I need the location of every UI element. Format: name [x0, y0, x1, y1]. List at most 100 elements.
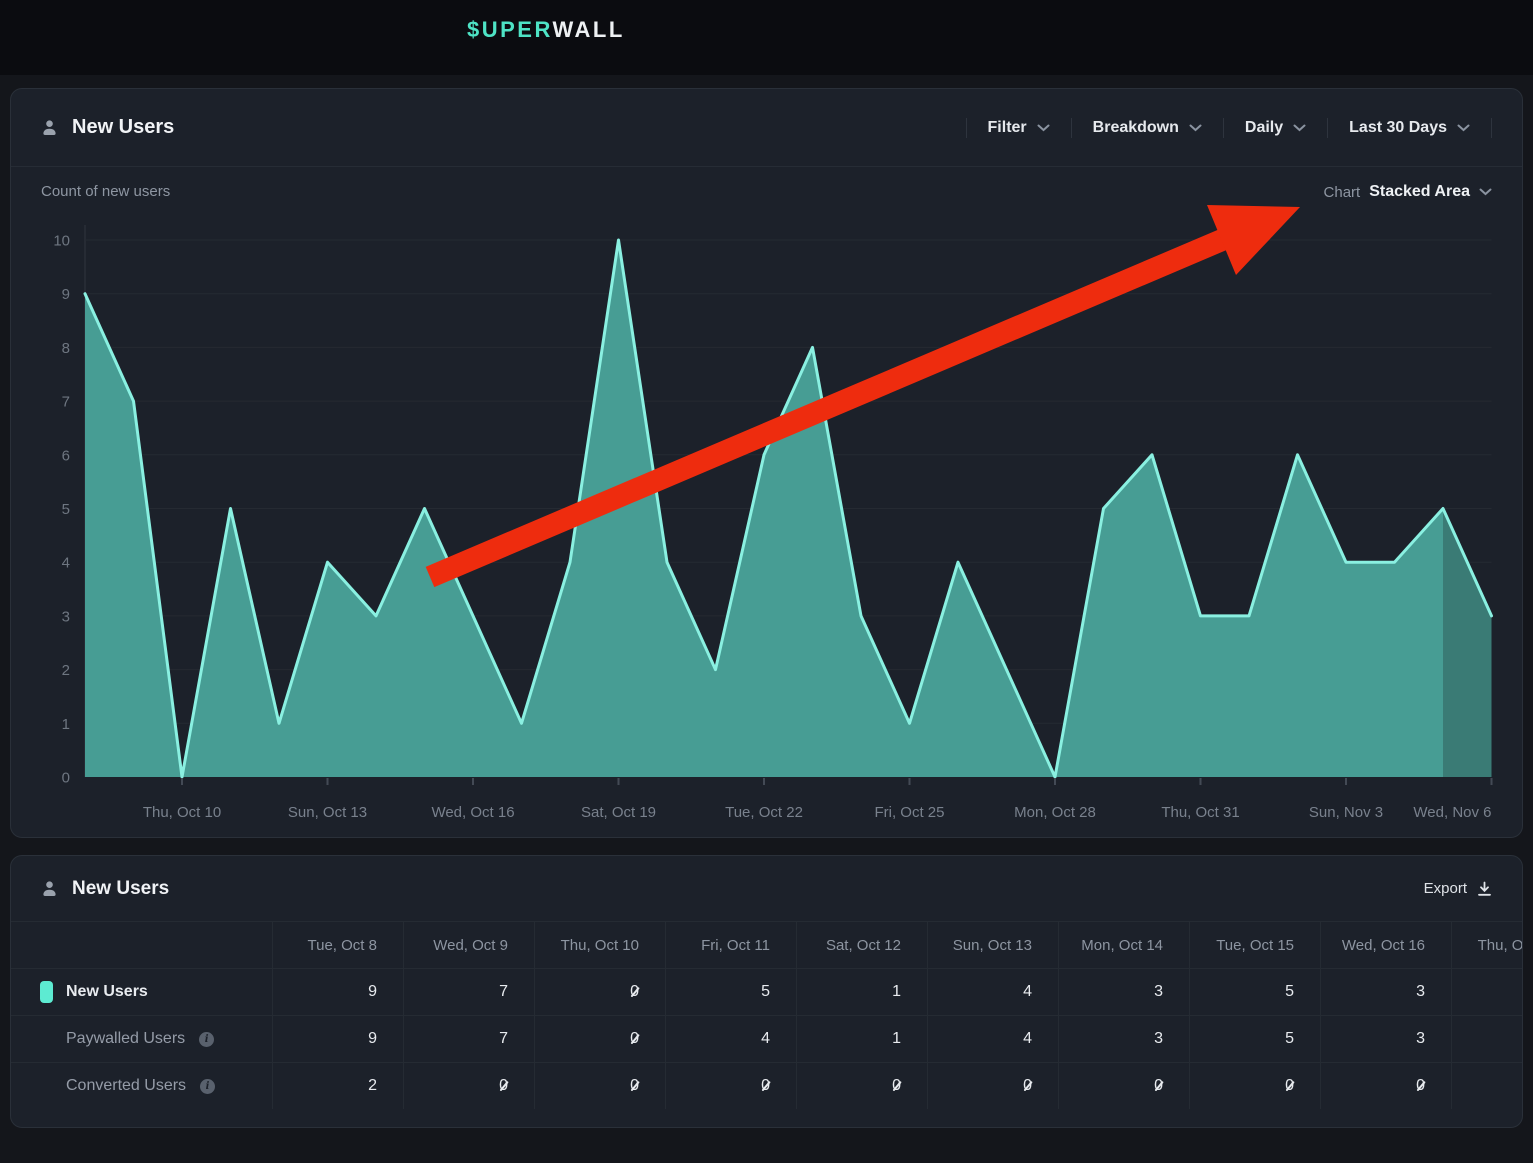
- chevron-down-icon: [1037, 124, 1050, 132]
- row-label: New Users: [11, 968, 272, 1015]
- top-nav: $UPERWALL: [0, 0, 1533, 75]
- column-header: Wed, Oct 16: [1320, 921, 1451, 968]
- value-cell: 0: [1058, 1062, 1189, 1109]
- value-cell: 0: [1189, 1062, 1320, 1109]
- svg-text:Wed, Nov 6: Wed, Nov 6: [1413, 804, 1491, 821]
- row-label-text: New Users: [66, 983, 148, 1001]
- value-cell: [1451, 1062, 1523, 1109]
- page-title: New Users: [72, 116, 174, 139]
- column-header: Thu, Oct 17: [1451, 921, 1523, 968]
- area-fill-partial-day: [1443, 509, 1492, 778]
- breakdown-dropdown[interactable]: Breakdown: [1072, 119, 1223, 137]
- chart-card-title: New Users: [41, 116, 174, 139]
- value-cell: 3: [1320, 968, 1451, 1015]
- svg-text:5: 5: [62, 501, 70, 518]
- value-cell: 2: [272, 1062, 403, 1109]
- value-cell: 0: [796, 1062, 927, 1109]
- new-users-data-table: Tue, Oct 8Wed, Oct 9Thu, Oct 10Fri, Oct …: [11, 921, 1523, 1109]
- svg-text:9: 9: [62, 286, 70, 303]
- filter-dropdown[interactable]: Filter: [967, 119, 1071, 137]
- user-icon: [41, 880, 58, 897]
- svg-text:Thu, Oct 10: Thu, Oct 10: [143, 804, 221, 821]
- value-cell: 0: [1320, 1062, 1451, 1109]
- logo-prefix: $UPER: [467, 17, 552, 42]
- x-axis-labels: Thu, Oct 10 Sun, Oct 13 Wed, Oct 16 Sat, Oc…: [143, 778, 1492, 821]
- value-cell: 9: [272, 1015, 403, 1062]
- chart-type-selector[interactable]: Chart Stacked Area: [1324, 183, 1492, 201]
- svg-text:4: 4: [62, 555, 70, 572]
- svg-text:Tue, Oct 22: Tue, Oct 22: [725, 804, 803, 821]
- zero-value: 0: [1023, 1077, 1032, 1095]
- info-icon[interactable]: i: [200, 1079, 215, 1094]
- column-header: Sat, Oct 12: [796, 921, 927, 968]
- value-cell: 5: [1189, 1015, 1320, 1062]
- row-label-text: Converted Users: [66, 1077, 186, 1095]
- chart-type-value: Stacked Area: [1369, 183, 1470, 201]
- table-title-text: New Users: [72, 878, 169, 900]
- table-corner-cell: [11, 921, 272, 968]
- chevron-down-icon: [1479, 188, 1492, 196]
- info-icon[interactable]: i: [199, 1032, 214, 1047]
- svg-text:8: 8: [62, 340, 70, 357]
- export-button[interactable]: Export: [1424, 880, 1492, 897]
- svg-text:Mon, Oct 28: Mon, Oct 28: [1014, 804, 1096, 821]
- zero-value: 0: [630, 1030, 639, 1048]
- chart-subtitle: Count of new users: [41, 183, 170, 200]
- table-card-title: New Users: [41, 878, 169, 900]
- chart-body: 012345678910Thu, Oct 10Sun, Oct 13Wed, O…: [11, 167, 1522, 837]
- zero-value: 0: [630, 983, 639, 1001]
- chevron-down-icon: [1457, 124, 1470, 132]
- value-cell: 3: [1320, 1015, 1451, 1062]
- value-cell: 0: [534, 1015, 665, 1062]
- svg-text:Wed, Oct 16: Wed, Oct 16: [431, 804, 514, 821]
- new-users-chart-card: New Users Filter Breakdown Daily Last 30…: [10, 88, 1523, 838]
- value-cell: 0: [534, 1062, 665, 1109]
- svg-text:10: 10: [53, 233, 70, 250]
- chevron-down-icon: [1293, 124, 1306, 132]
- column-header: Tue, Oct 8: [272, 921, 403, 968]
- value-cell: 5: [665, 968, 796, 1015]
- svg-text:Sat, Oct 19: Sat, Oct 19: [581, 804, 656, 821]
- svg-text:Thu, Oct 31: Thu, Oct 31: [1161, 804, 1239, 821]
- superwall-logo[interactable]: $UPERWALL: [467, 17, 625, 43]
- column-header: Fri, Oct 11: [665, 921, 796, 968]
- value-cell: 1: [796, 968, 927, 1015]
- zero-value: 0: [1285, 1077, 1294, 1095]
- interval-dropdown[interactable]: Daily: [1224, 119, 1327, 137]
- value-cell: 1: [796, 1015, 927, 1062]
- logo-suffix: WALL: [552, 17, 624, 42]
- table-card-header: New Users Export: [11, 856, 1522, 921]
- download-icon: [1477, 881, 1492, 897]
- divider: [1491, 118, 1492, 138]
- chart-card-header: New Users Filter Breakdown Daily Last 30…: [11, 89, 1522, 167]
- svg-text:7: 7: [62, 394, 70, 411]
- value-cell: [1451, 968, 1523, 1015]
- date-range-dropdown[interactable]: Last 30 Days: [1328, 119, 1491, 137]
- value-cell: 3: [1058, 1015, 1189, 1062]
- svg-text:0: 0: [62, 770, 70, 787]
- value-cell: 9: [272, 968, 403, 1015]
- value-cell: 4: [665, 1015, 796, 1062]
- chevron-down-icon: [1189, 124, 1202, 132]
- zero-value: 0: [499, 1077, 508, 1095]
- zero-value: 0: [630, 1077, 639, 1095]
- zero-value: 0: [1154, 1077, 1163, 1095]
- column-header: Sun, Oct 13: [927, 921, 1058, 968]
- new-users-area-chart[interactable]: 012345678910Thu, Oct 10Sun, Oct 13Wed, O…: [11, 167, 1522, 837]
- value-cell: 0: [403, 1062, 534, 1109]
- value-cell: 0: [534, 968, 665, 1015]
- value-cell: 0: [927, 1062, 1058, 1109]
- chart-type-label: Chart: [1324, 184, 1361, 201]
- svg-text:6: 6: [62, 447, 70, 464]
- zero-value: 0: [892, 1077, 901, 1095]
- zero-value: 0: [1416, 1077, 1425, 1095]
- svg-text:3: 3: [62, 608, 70, 625]
- value-cell: 3: [1058, 968, 1189, 1015]
- column-header: Mon, Oct 14: [1058, 921, 1189, 968]
- value-cell: [1451, 1015, 1523, 1062]
- new-users-table-card: New Users Export Tue, Oct 8Wed, Oct 9Thu…: [10, 855, 1523, 1128]
- svg-text:Sun, Oct 13: Sun, Oct 13: [288, 804, 367, 821]
- value-cell: 7: [403, 968, 534, 1015]
- y-axis-labels: 012345678910: [53, 233, 70, 787]
- user-icon: [41, 119, 58, 136]
